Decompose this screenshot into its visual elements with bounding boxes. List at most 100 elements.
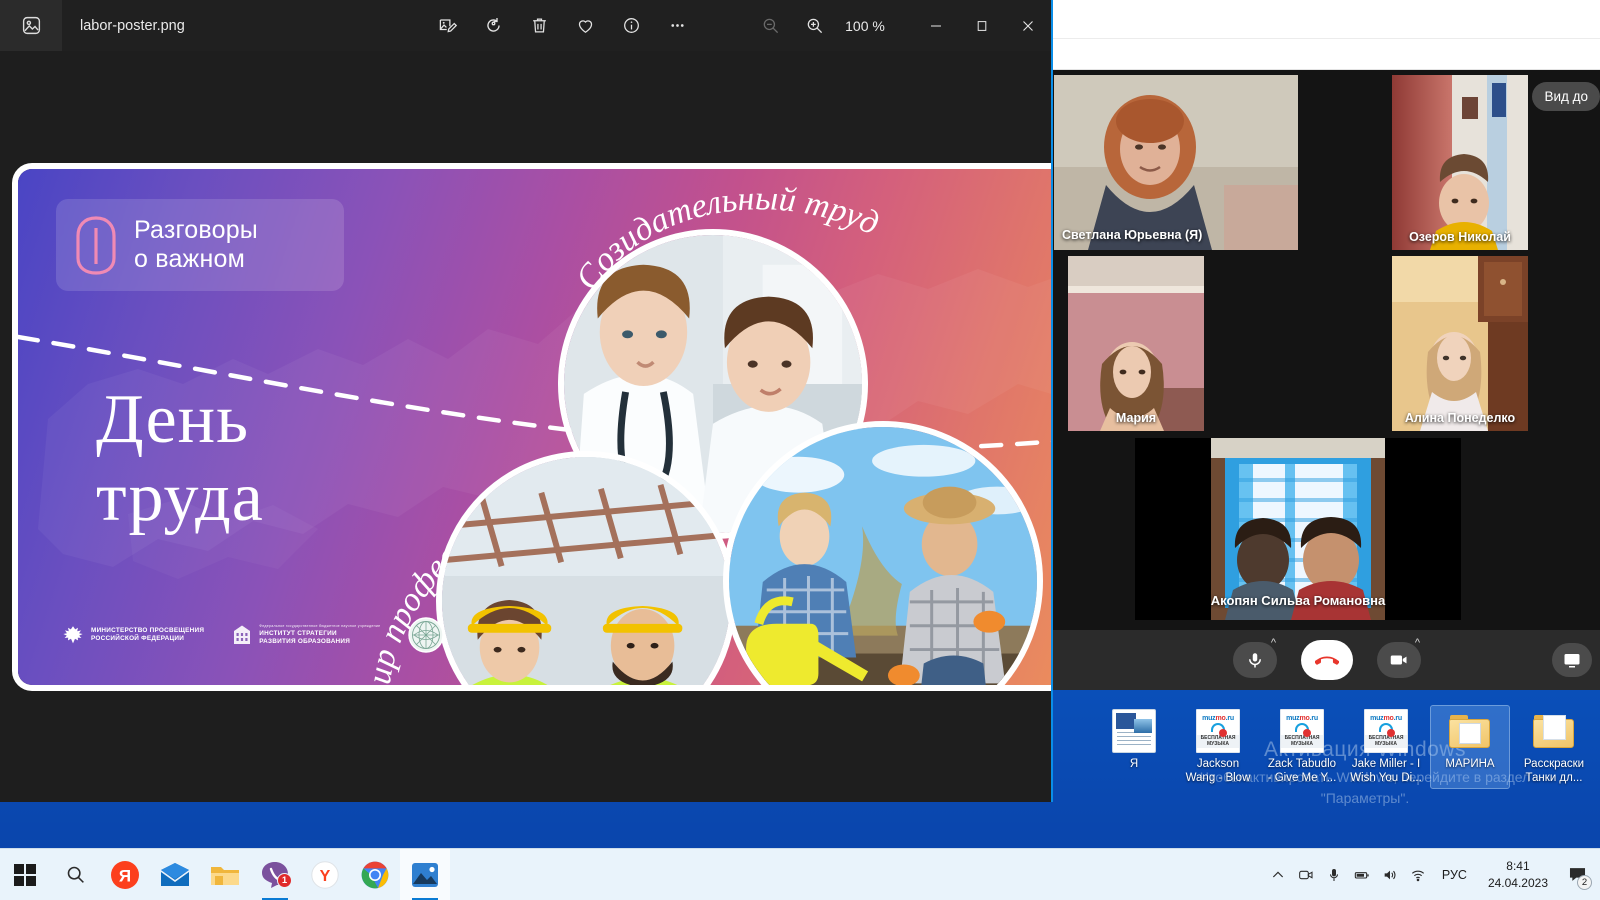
- photo-viewer-window: labor-poster.png 100 % Разговоры о важно…: [0, 0, 1053, 802]
- institute-strategy-logo: Федеральное государственное бюджетное на…: [232, 624, 380, 646]
- folder-icon: [1532, 709, 1576, 753]
- tray-camera-icon[interactable]: [1293, 849, 1319, 900]
- participant-name: Акопян Сильва Романовна: [1210, 593, 1386, 608]
- poster-image: Разговоры о важном Созидательный труд Ми…: [18, 169, 1051, 685]
- muzmo-audio-icon: muzmo.ru БЕСПЛАТНАЯ МУЗЫКА: [1196, 709, 1240, 753]
- desktop-icon-label: Jackson Wang - Blow: [1185, 758, 1251, 785]
- badge-line-2: о важном: [134, 245, 245, 273]
- zoom-out-button[interactable]: [753, 9, 787, 43]
- zoom-in-button[interactable]: [797, 9, 831, 43]
- tray-date: 24.04.2023: [1487, 875, 1548, 890]
- participant-tile-svetlana[interactable]: Светлана Юрьевна (Я): [1054, 75, 1298, 250]
- participant-video: [1054, 75, 1298, 250]
- search-icon: [67, 866, 84, 883]
- chrome-icon: [361, 861, 389, 888]
- share-screen-button[interactable]: [1552, 643, 1592, 677]
- desktop-icon-zack-tabudlo[interactable]: muzmo.ru БЕСПЛАТНАЯ МУЗЫКА Zack Tabudlo - …: [1263, 706, 1341, 788]
- viewer-titlebar[interactable]: labor-poster.png 100 %: [0, 0, 1051, 51]
- desktop-icon-marina-folder[interactable]: МАРИНА: [1430, 705, 1510, 789]
- taskbar: Я 1 Y РУС 8:41 24.04.2023 2: [0, 848, 1600, 900]
- tray-time: 8:41: [1506, 859, 1530, 874]
- notification-center-button[interactable]: 2: [1560, 849, 1594, 900]
- tray-battery-icon[interactable]: [1349, 849, 1375, 900]
- tray-clock[interactable]: 8:41 24.04.2023: [1478, 858, 1558, 890]
- desktop-icon-row: Я muzmo.ru БЕСПЛАТНАЯ МУЗЫКА Jackson Wang …: [1095, 705, 1593, 789]
- poster-logos: МИНИСТЕРСТВО ПРОСВЕЩЕНИЯ РОССИЙСКОЙ ФЕДЕ…: [62, 617, 445, 653]
- taskbar-yandex[interactable]: Я: [100, 849, 150, 900]
- institute-logo-text: Федеральное государственное бюджетное на…: [259, 624, 380, 645]
- logo-line-1: МИНИСТЕРСТВО ПРОСВЕЩЕНИЯ: [91, 627, 205, 634]
- tray-language-indicator[interactable]: РУС: [1433, 868, 1476, 882]
- desktop-icon-jake-miller[interactable]: muzmo.ru БЕСПЛАТНАЯ МУЗЫКА Jake Miller - I…: [1347, 706, 1425, 788]
- circular-emblem-icon: [408, 617, 445, 653]
- logo-line-1: ИНСТИТУТ СТРАТЕГИИ: [259, 629, 337, 637]
- screen: Активация Windows Чтобы активировать Win…: [0, 0, 1600, 900]
- poster-title-line-2: труда: [96, 459, 264, 537]
- edit-image-icon[interactable]: [431, 9, 465, 43]
- start-button[interactable]: [0, 849, 50, 900]
- participant-tile-maria[interactable]: Мария: [1068, 256, 1204, 431]
- camera-button[interactable]: ^: [1376, 637, 1421, 678]
- share-screen-icon: [1564, 654, 1580, 668]
- minimize-button[interactable]: [913, 0, 959, 51]
- taskbar-chrome[interactable]: [350, 849, 400, 900]
- participant-name: Алина Понеделко: [1404, 411, 1516, 425]
- call-controls-bar: ^ ^: [1053, 630, 1600, 690]
- photos-icon: [412, 862, 438, 887]
- svg-text:Y: Y: [320, 868, 331, 885]
- yandex-y-icon: Y: [311, 860, 339, 889]
- participant-tile-ozerov[interactable]: Озеров Николай: [1392, 75, 1528, 250]
- chevron-up-icon[interactable]: ^: [1266, 635, 1282, 651]
- participant-tile-alina[interactable]: Алина Понеделко: [1392, 256, 1528, 431]
- svg-text:Я: Я: [119, 866, 131, 885]
- rotate-icon[interactable]: [477, 9, 511, 43]
- desktop-icon-raskraski-folder[interactable]: Расскраски Танки дл...: [1515, 706, 1593, 788]
- zoom-level-label: 100 %: [845, 17, 885, 34]
- badge-line-1: Разговоры: [134, 216, 258, 245]
- desktop-icon-ya[interactable]: Я: [1095, 706, 1173, 788]
- tray-wifi-icon[interactable]: [1405, 849, 1431, 900]
- ministry-of-education-logo: МИНИСТЕРСТВО ПРОСВЕЩЕНИЯ РОССИЙСКОЙ ФЕДЕ…: [62, 625, 204, 645]
- tray-volume-icon[interactable]: [1377, 849, 1403, 900]
- info-icon[interactable]: [615, 9, 649, 43]
- search-button[interactable]: [50, 849, 100, 900]
- taskbar-viber[interactable]: 1: [250, 849, 300, 900]
- taskbar-yandex-browser[interactable]: Y: [300, 849, 350, 900]
- desktop-icon-label: Zack Tabudlo - Give Me Y...: [1267, 758, 1337, 785]
- word-document-icon: [1112, 709, 1156, 753]
- tray-show-hidden-icon[interactable]: [1265, 849, 1291, 900]
- chevron-up-icon[interactable]: ^: [1410, 635, 1426, 651]
- participant-name: Светлана Юрьевна (Я): [1062, 228, 1203, 242]
- participant-tile-akopyan[interactable]: Акопян Сильва Романовна: [1135, 438, 1461, 620]
- windows-icon: [14, 863, 36, 886]
- folder-icon: [211, 866, 239, 885]
- taskbar-photos[interactable]: [400, 848, 450, 900]
- browser-chrome-strip: [1053, 0, 1600, 70]
- notification-badge: 2: [1577, 874, 1592, 890]
- building-icon: [234, 625, 251, 644]
- muzmo-audio-icon: muzmo.ru БЕСПЛАТНАЯ МУЗЫКА: [1364, 709, 1408, 753]
- desktop-icon-label: Расскраски Танки дл...: [1523, 758, 1585, 785]
- participant-video: [1392, 256, 1528, 431]
- close-button[interactable]: [1005, 0, 1051, 51]
- double-eagle-icon: [63, 626, 83, 644]
- zoom-controls: 100 %: [753, 9, 889, 43]
- maximize-button[interactable]: [959, 0, 1005, 51]
- more-options-icon[interactable]: [661, 9, 695, 43]
- favorite-icon[interactable]: [569, 9, 603, 43]
- taskbar-explorer[interactable]: [200, 849, 250, 900]
- view-mode-tooltip: Вид до: [1532, 82, 1600, 111]
- taskbar-mail[interactable]: [150, 849, 200, 900]
- yandex-icon: Я: [111, 860, 139, 889]
- microphone-button[interactable]: ^: [1232, 637, 1277, 678]
- end-call-button[interactable]: [1300, 640, 1353, 680]
- taskbar-items: Я 1 Y: [0, 848, 450, 900]
- image-canvas[interactable]: Разговоры о важном Созидательный труд Ми…: [0, 51, 1051, 802]
- viber-badge: 1: [277, 872, 292, 888]
- delete-icon[interactable]: [523, 9, 557, 43]
- razgovory-badge: Разговоры о важном: [56, 199, 344, 291]
- window-right-controls: 100 %: [753, 0, 1051, 51]
- desktop-icon-jackson-wang[interactable]: muzmo.ru БЕСПЛАТНАЯ МУЗЫКА Jackson Wang - …: [1179, 706, 1257, 788]
- tray-microphone-icon[interactable]: [1321, 849, 1347, 900]
- participant-grid: Светлана Юрьевна (Я) Озеров Николай Мари…: [1053, 70, 1600, 630]
